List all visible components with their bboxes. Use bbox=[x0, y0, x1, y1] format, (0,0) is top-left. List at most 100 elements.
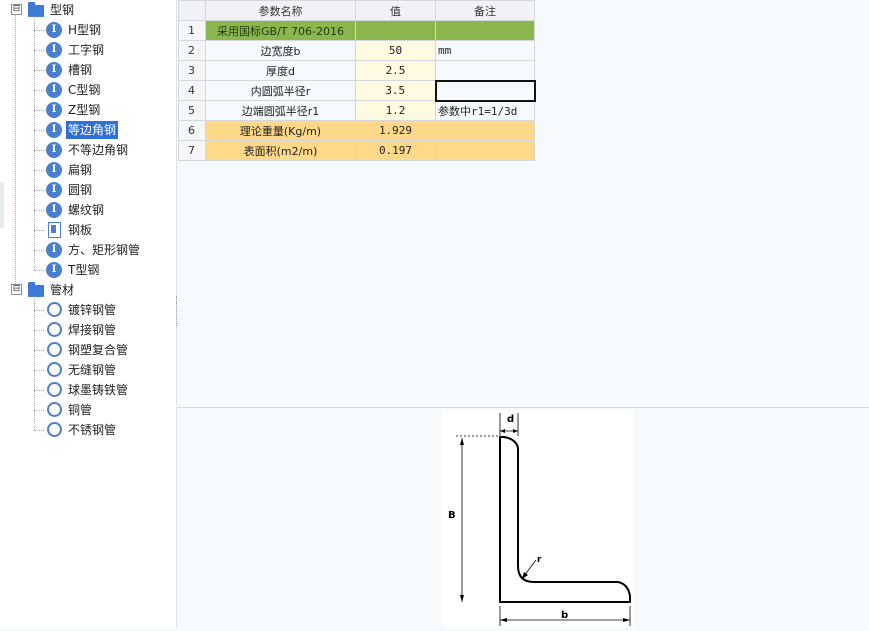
tree-item[interactable]: I H型钢 bbox=[0, 20, 176, 40]
param-value-cell[interactable]: 1.2 bbox=[355, 100, 436, 121]
tree-item[interactable]: I 螺纹钢 bbox=[0, 200, 176, 220]
tree-item[interactable]: I 不等边角钢 bbox=[0, 140, 176, 160]
row-number-header bbox=[178, 0, 206, 21]
tree-item[interactable]: 焊接钢管 bbox=[0, 320, 176, 340]
i-beam-icon: I bbox=[46, 142, 62, 158]
folder-icon bbox=[28, 282, 44, 297]
tree-connector bbox=[34, 130, 44, 131]
tree-item[interactable]: 镀锌钢管 bbox=[0, 300, 176, 320]
pipe-ring-icon bbox=[47, 302, 62, 317]
tree-group[interactable]: ⊟ 型钢 bbox=[0, 0, 176, 20]
plate-icon bbox=[48, 222, 61, 238]
param-value-cell[interactable]: 2.5 bbox=[355, 60, 436, 81]
tree-connector bbox=[34, 70, 44, 71]
param-note-cell[interactable]: 参数中r1=1/3d bbox=[435, 100, 535, 121]
row-number[interactable]: 2 bbox=[178, 40, 206, 61]
row-number[interactable]: 6 bbox=[178, 120, 206, 141]
tree-item[interactable]: I T型钢 bbox=[0, 260, 176, 280]
param-note-cell[interactable] bbox=[435, 140, 535, 161]
tree-item[interactable]: I 工字钢 bbox=[0, 40, 176, 60]
i-beam-icon: I bbox=[46, 22, 62, 38]
collapse-icon[interactable]: ⊟ bbox=[11, 4, 22, 15]
row-number[interactable]: 1 bbox=[178, 20, 206, 41]
tree-item[interactable]: I C型钢 bbox=[0, 80, 176, 100]
grid-row[interactable]: 5 边端圆弧半径r1 1.2 参数中r1=1/3d bbox=[178, 100, 535, 121]
tree-item[interactable]: 无缝钢管 bbox=[0, 360, 176, 380]
tree-item-label: 不锈钢管 bbox=[68, 423, 117, 437]
tree-connector bbox=[34, 50, 44, 51]
collapse-icon[interactable]: ⊟ bbox=[11, 284, 22, 295]
tree-item-label: 钢塑复合管 bbox=[68, 343, 129, 357]
param-name-cell[interactable]: 边宽度b bbox=[205, 40, 356, 61]
tree-item-label: 螺纹钢 bbox=[68, 203, 105, 217]
param-value-cell[interactable] bbox=[355, 20, 436, 41]
row-number[interactable]: 7 bbox=[178, 140, 206, 161]
tree-connector bbox=[34, 350, 44, 351]
tree-connector bbox=[34, 150, 44, 151]
tree-item[interactable]: 钢塑复合管 bbox=[0, 340, 176, 360]
tree-item[interactable]: 球墨铸铁管 bbox=[0, 380, 176, 400]
tree-item-label: 焊接钢管 bbox=[68, 323, 117, 337]
tree-item-label: C型钢 bbox=[68, 83, 101, 97]
tree-connector bbox=[34, 190, 44, 191]
param-name-cell[interactable]: 采用国标GB/T 706-2016 bbox=[205, 20, 356, 41]
category-tree[interactable]: ⊟ 型钢 I H型钢 I 工字钢 I 槽钢 I C型钢 I Z型钢 I 等边角钢… bbox=[0, 0, 177, 628]
tree-connector bbox=[34, 410, 44, 411]
dimension-label-B: B bbox=[448, 510, 456, 521]
tree-item[interactable]: I Z型钢 bbox=[0, 100, 176, 120]
tree-item[interactable]: 铜管 bbox=[0, 400, 176, 420]
row-number[interactable]: 3 bbox=[178, 60, 206, 81]
param-name-cell[interactable]: 厚度d bbox=[205, 60, 356, 81]
i-beam-icon: I bbox=[46, 122, 62, 138]
row-number[interactable]: 4 bbox=[178, 80, 206, 101]
tree-item[interactable]: I 圆钢 bbox=[0, 180, 176, 200]
column-header-name[interactable]: 参数名称 bbox=[205, 0, 356, 21]
row-number[interactable]: 5 bbox=[178, 100, 206, 121]
tree-item[interactable]: 不锈钢管 bbox=[0, 420, 176, 440]
tree-connector bbox=[34, 250, 44, 251]
param-name-cell[interactable]: 理论重量(Kg/m) bbox=[205, 120, 356, 141]
param-note-cell[interactable]: mm bbox=[435, 40, 535, 61]
param-value-cell[interactable]: 50 bbox=[355, 40, 436, 61]
param-name-cell[interactable]: 边端圆弧半径r1 bbox=[205, 100, 356, 121]
param-value-cell[interactable]: 0.197 bbox=[355, 140, 436, 161]
grid-row[interactable]: 7 表面积(m2/m) 0.197 bbox=[178, 140, 535, 161]
param-name-cell[interactable]: 表面积(m2/m) bbox=[205, 140, 356, 161]
param-value-cell[interactable]: 3.5 bbox=[355, 80, 436, 101]
panel-splitter[interactable] bbox=[176, 296, 180, 326]
param-note-cell[interactable] bbox=[435, 60, 535, 81]
dimension-label-d: d bbox=[507, 414, 514, 425]
param-value-cell[interactable]: 1.929 bbox=[355, 120, 436, 141]
param-name-cell[interactable]: 内圆弧半径r bbox=[205, 80, 356, 101]
tree-item-label: Z型钢 bbox=[68, 103, 101, 117]
tree-connector bbox=[34, 170, 44, 171]
grid-row[interactable]: 3 厚度d 2.5 bbox=[178, 60, 535, 81]
tree-item-label: 球墨铸铁管 bbox=[68, 383, 129, 397]
param-note-cell[interactable] bbox=[434, 79, 536, 102]
column-header-note[interactable]: 备注 bbox=[435, 0, 535, 21]
param-note-cell[interactable] bbox=[435, 20, 535, 41]
tree-group[interactable]: ⊟ 管材 bbox=[0, 280, 176, 300]
grid-row[interactable]: 2 边宽度b 50 mm bbox=[178, 40, 535, 61]
tree-item[interactable]: I 槽钢 bbox=[0, 60, 176, 80]
tree-item-label: 无缝钢管 bbox=[68, 363, 117, 377]
tree-item-label: 不等边角钢 bbox=[68, 143, 129, 157]
tree-item-label: T型钢 bbox=[68, 263, 100, 277]
grid-row[interactable]: 1 采用国标GB/T 706-2016 bbox=[178, 20, 535, 41]
tree-connector bbox=[34, 230, 44, 231]
tree-item-label: H型钢 bbox=[68, 23, 102, 37]
column-header-value[interactable]: 值 bbox=[355, 0, 436, 21]
grid-row[interactable]: 4 内圆弧半径r 3.5 bbox=[178, 79, 536, 102]
tree-item[interactable]: I 扁钢 bbox=[0, 160, 176, 180]
tree-connector bbox=[34, 110, 44, 111]
param-note-cell[interactable] bbox=[435, 120, 535, 141]
tree-item-label: 槽钢 bbox=[68, 63, 93, 77]
tree-item-label: 铜管 bbox=[68, 403, 93, 417]
tree-item[interactable]: I 方、矩形钢管 bbox=[0, 240, 176, 260]
tree-item[interactable]: I 等边角钢 bbox=[0, 120, 176, 140]
grid-row[interactable]: 6 理论重量(Kg/m) 1.929 bbox=[178, 120, 535, 141]
i-beam-icon: I bbox=[46, 102, 62, 118]
i-beam-icon: I bbox=[46, 162, 62, 178]
tree-connector bbox=[34, 430, 44, 431]
tree-item[interactable]: 钢板 bbox=[0, 220, 176, 240]
